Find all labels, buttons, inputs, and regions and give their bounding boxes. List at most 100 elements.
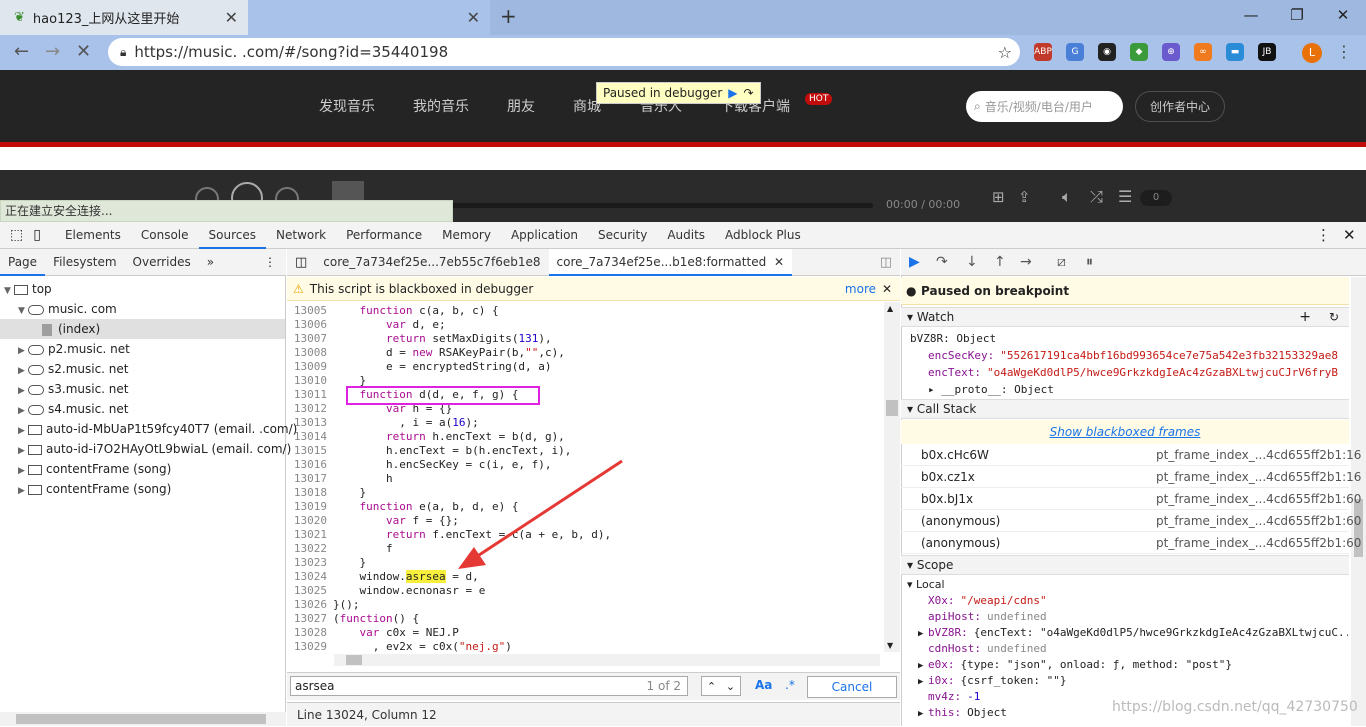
forward-arrow-icon[interactable]: → — [45, 41, 60, 62]
line-number[interactable]: 13024 — [287, 570, 327, 583]
progress-bar[interactable] — [380, 203, 873, 208]
scope-variable[interactable]: ▶ bVZ8R: {encText: "o4aWgeKd0dlP5/hwce9Grk… — [918, 625, 1348, 642]
shuffle-icon[interactable]: ⤮ — [1090, 187, 1103, 207]
line-number[interactable]: 13007 — [287, 332, 327, 345]
callstack-section-header[interactable]: ▾ Call Stack — [901, 399, 1349, 419]
editor-horizontal-scrollbar[interactable] — [334, 654, 880, 666]
line-number[interactable]: 13011 — [287, 388, 327, 401]
navigator-tab-overrides[interactable]: Overrides — [125, 249, 199, 276]
tree-item[interactable]: ▶ auto-id-MbUaP1t59fcy40T7 (email. .com/) — [0, 419, 297, 441]
tree-collapsed-icon[interactable]: ▶ — [18, 361, 28, 381]
new-tab-button[interactable]: + — [500, 4, 517, 28]
site-search-input[interactable]: ⌕ 音乐/视频/电台/用户 — [966, 91, 1123, 122]
back-arrow-icon[interactable]: ← — [14, 41, 29, 62]
line-number[interactable]: 13015 — [287, 444, 327, 457]
scope-section-header[interactable]: ▾ Scope — [901, 555, 1349, 575]
tree-collapsed-icon[interactable]: ▶ — [18, 381, 28, 401]
scope-variable[interactable]: cdnHost: undefined — [918, 641, 1348, 657]
browser-tab-music[interactable]: ✕ — [248, 0, 490, 35]
scope-variable[interactable]: X0x: "/weapi/cdns" — [918, 593, 1348, 609]
tree-collapsed-icon[interactable]: ▶ — [18, 461, 28, 481]
infobar-close-icon[interactable]: ✕ — [882, 282, 892, 296]
call-frame[interactable]: b0x.cHc6W pt_frame_index_...4cd655ff2b1:1… — [901, 444, 1361, 466]
line-number[interactable]: 13016 — [287, 458, 327, 471]
playlist-icon[interactable]: ☰ — [1118, 187, 1132, 206]
line-number[interactable]: 13010 — [287, 374, 327, 387]
refresh-watch-icon[interactable]: ↻ — [1329, 308, 1339, 326]
regex-toggle[interactable]: .* — [785, 678, 795, 692]
editor-tab-close-icon[interactable]: ✕ — [774, 255, 784, 269]
nav-my-music[interactable]: 我的音乐 — [413, 96, 469, 116]
globe-extension-icon[interactable]: ⊕ — [1162, 43, 1180, 61]
nav-friends[interactable]: 朋友 — [507, 96, 535, 116]
tab-adblock-plus[interactable]: Adblock Plus — [715, 222, 811, 249]
scope-variable[interactable]: ▶ i0x: {csrf_token: ""} — [918, 673, 1348, 690]
line-number[interactable]: 13023 — [287, 556, 327, 569]
tree-collapsed-icon[interactable]: ▶ — [18, 441, 28, 461]
tab-security[interactable]: Security — [588, 222, 657, 249]
watch-entry[interactable]: ▸ __proto__: Object — [928, 382, 1340, 398]
local-scope-header[interactable]: ▾ Local — [907, 577, 945, 593]
call-frame[interactable]: b0x.bJ1x pt_frame_index_...4cd655ff2b1:60 — [901, 488, 1361, 510]
translate-extension-icon[interactable]: G — [1066, 43, 1084, 61]
tree-item[interactable]: ▼ music. com — [0, 299, 285, 319]
call-frame[interactable]: b0x.cz1x pt_frame_index_...4cd655ff2b1:16 — [901, 466, 1361, 488]
tree-collapsed-icon[interactable]: ▶ — [18, 481, 28, 501]
tree-expanded-icon[interactable]: ▼ — [18, 301, 28, 321]
gem-extension-icon[interactable]: ◆ — [1130, 43, 1148, 61]
editor-tab-core-formatted[interactable]: core_7a734ef25e...b1e8:formatted ✕ — [548, 248, 793, 276]
profile-avatar[interactable]: L — [1302, 43, 1322, 63]
address-bar[interactable]: 🔒︎ https://music. .com/#/song?id=3544019… — [108, 38, 1020, 66]
watch-entry[interactable]: encSecKey: "552617191ca4bbf16bd993654ce7e… — [928, 348, 1340, 364]
match-case-toggle[interactable]: Aa — [755, 678, 772, 692]
restore-button[interactable]: ❐ — [1274, 0, 1320, 32]
tab-console[interactable]: Console — [131, 222, 199, 249]
minimize-button[interactable]: — — [1228, 0, 1274, 32]
devtools-menu-icon[interactable]: ⋮ — [1316, 226, 1331, 244]
nav-discover[interactable]: 发现音乐 — [319, 96, 375, 116]
tree-item[interactable]: (index) — [0, 319, 285, 339]
call-frame[interactable]: (anonymous) pt_frame_index_...4cd655ff2b1… — [901, 510, 1361, 532]
add-to-playlist-icon[interactable]: ⊞ — [992, 188, 1005, 206]
line-number[interactable]: 13021 — [287, 528, 327, 541]
browser-menu-icon[interactable]: ⋮ — [1336, 42, 1352, 61]
call-frame-location[interactable]: pt_frame_index_...4cd655ff2b1:16 — [1156, 444, 1361, 466]
tree-item[interactable]: ▼ top — [0, 279, 285, 299]
tab-application[interactable]: Application — [501, 222, 588, 249]
volume-icon[interactable]: 🔈︎ — [1062, 187, 1072, 207]
line-number[interactable]: 13017 — [287, 472, 327, 485]
navigator-menu-icon[interactable]: ⋮ — [264, 255, 276, 269]
line-number[interactable]: 13019 — [287, 500, 327, 513]
navigator-scrollbar[interactable] — [0, 712, 286, 726]
toggle-debugger-icon[interactable]: ◫ — [880, 255, 892, 270]
step-into-icon[interactable]: ↓ — [966, 254, 978, 270]
step-over-icon[interactable]: ↷ — [936, 254, 948, 270]
tab-memory[interactable]: Memory — [432, 222, 501, 249]
line-number[interactable]: 13028 — [287, 626, 327, 639]
scope-variable[interactable]: apiHost: undefined — [918, 609, 1348, 625]
line-number[interactable]: 13026 — [287, 598, 327, 611]
call-frame[interactable]: (anonymous) pt_frame_index_...4cd655ff2b1… — [901, 532, 1361, 554]
adblock-extension-icon[interactable]: ABP — [1034, 43, 1052, 61]
watch-section-header[interactable]: ▾ Watch + ↻ — [901, 307, 1349, 327]
line-number[interactable]: 13012 — [287, 402, 327, 415]
line-number[interactable]: 13018 — [287, 486, 327, 499]
bookmark-star-icon[interactable]: ☆ — [998, 43, 1012, 62]
line-number[interactable]: 13027 — [287, 612, 327, 625]
watch-entry[interactable]: encText: "o4aWgeKd0dlP5/hwce9GrkzkdgIeAc4… — [928, 365, 1340, 381]
tree-item[interactable]: ▶ s3.music. net — [0, 379, 285, 399]
add-watch-icon[interactable]: + — [1299, 308, 1311, 326]
tab-elements[interactable]: Elements — [55, 222, 131, 249]
tree-expanded-icon[interactable]: ▼ — [4, 281, 14, 301]
navigator-more-tabs[interactable]: » — [199, 249, 222, 276]
find-next-icon[interactable]: ⌄ — [726, 680, 735, 693]
pause-on-exceptions-icon[interactable]: ⏸︎ — [1086, 254, 1093, 270]
infinity-extension-icon[interactable]: ∞ — [1194, 43, 1212, 61]
show-blackboxed-link[interactable]: Show blackboxed frames — [901, 420, 1349, 444]
scope-variable[interactable]: mv4z: -1 — [918, 689, 1348, 705]
tree-collapsed-icon[interactable]: ▶ — [18, 421, 28, 441]
call-frame-location[interactable]: pt_frame_index_...4cd655ff2b1:60 — [1156, 532, 1361, 554]
tree-item[interactable]: ▶ contentFrame (song) — [0, 459, 285, 479]
navigator-tab-filesystem[interactable]: Filesystem — [45, 249, 124, 276]
line-number[interactable]: 13025 — [287, 584, 327, 597]
